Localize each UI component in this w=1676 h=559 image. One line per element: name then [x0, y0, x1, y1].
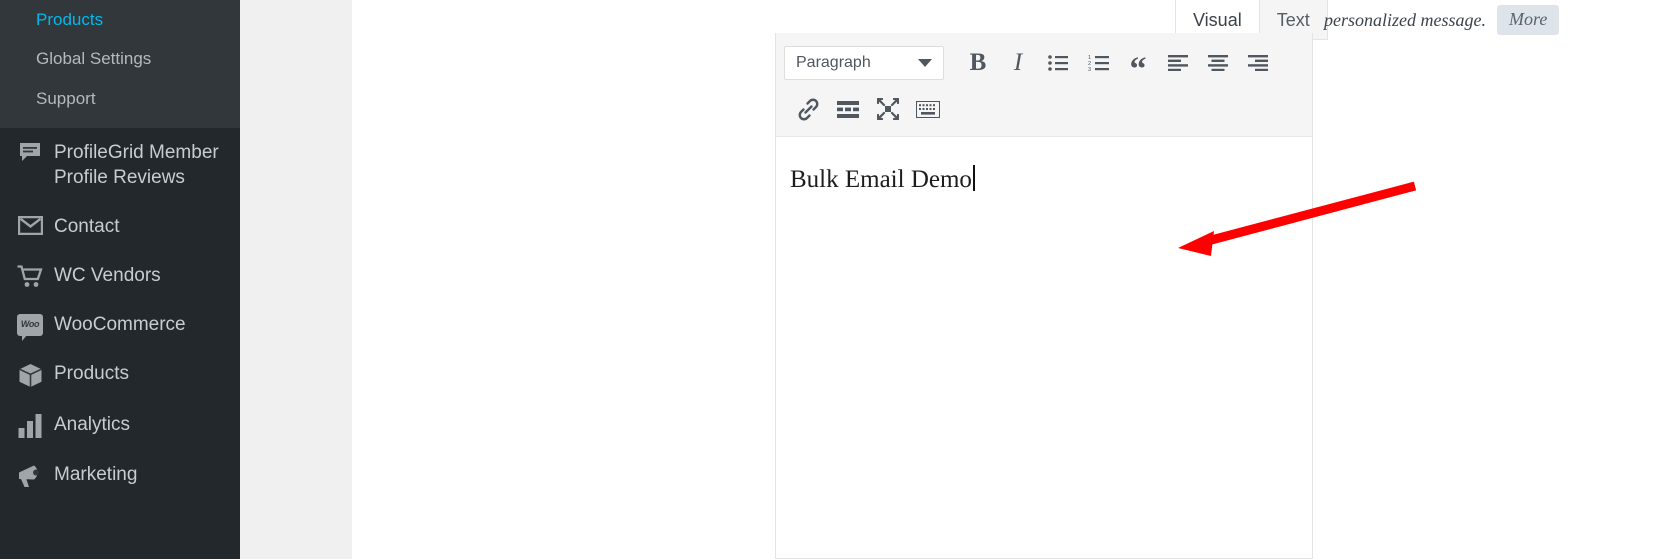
- sidebar-item-contact[interactable]: Contact: [0, 202, 240, 251]
- sidebar-subitem-support[interactable]: Support: [0, 79, 240, 118]
- top-note: personalized message. More: [1324, 0, 1560, 40]
- sidebar-item-wc-vendors[interactable]: WC Vendors: [0, 251, 240, 300]
- toolbar-row-1: Paragraph B I 1 2 3 “: [784, 41, 1304, 87]
- screen-root: Products Global Settings Support Profile…: [0, 0, 1676, 559]
- sidebar-item-label: Analytics: [54, 414, 131, 436]
- align-left-icon[interactable]: [1158, 44, 1198, 82]
- sidebar-subitem-products[interactable]: Products: [0, 0, 240, 39]
- more-button[interactable]: More: [1496, 5, 1560, 35]
- content-gutter: [240, 0, 352, 559]
- numbered-list-icon[interactable]: 1 2 3: [1078, 44, 1118, 82]
- sidebar-subitem-global-settings[interactable]: Global Settings: [0, 39, 240, 78]
- toolbar-row-2: [784, 85, 1304, 133]
- top-note-text: personalized message.: [1324, 9, 1486, 30]
- sidebar-item-label: Marketing: [54, 464, 138, 486]
- sidebar-item-label: Contact: [54, 215, 120, 237]
- envelope-icon: [12, 214, 48, 235]
- sidebar-item-products[interactable]: Products: [0, 349, 240, 400]
- align-right-icon[interactable]: [1238, 44, 1278, 82]
- sidebar-item-woocommerce[interactable]: Woo WooCommerce: [0, 300, 240, 349]
- align-center-icon[interactable]: [1198, 44, 1238, 82]
- sidebar-item-marketing[interactable]: Marketing: [0, 450, 240, 500]
- sidebar-item-label: WooCommerce: [54, 314, 186, 336]
- text-caret: [972, 165, 975, 191]
- format-select-value: Paragraph: [796, 54, 871, 71]
- link-icon[interactable]: [788, 90, 828, 128]
- box-icon: [12, 361, 48, 388]
- wp-editor-panel: Paragraph B I 1 2 3 “ Bulk Email Demo: [775, 33, 1313, 559]
- sidebar-item-label: ProfileGrid Member Profile Reviews: [54, 141, 219, 188]
- editor-content-text: Bulk Email Demo: [790, 166, 972, 193]
- bulleted-list-icon[interactable]: [1038, 44, 1078, 82]
- fullscreen-icon[interactable]: [868, 90, 908, 128]
- editor-toolbar: Paragraph B I 1 2 3 “: [776, 33, 1312, 137]
- sidebar-submenu: Products Global Settings Support: [0, 0, 240, 128]
- admin-sidebar: Products Global Settings Support Profile…: [0, 0, 240, 559]
- bar-chart-icon: [12, 412, 48, 439]
- megaphone-icon: [12, 462, 48, 488]
- main-canvas: Visual Text personalized message. More P…: [352, 0, 1676, 559]
- chevron-down-icon: [918, 59, 932, 67]
- keyboard-shortcuts-icon[interactable]: [908, 90, 948, 128]
- format-select[interactable]: Paragraph: [784, 46, 944, 80]
- sidebar-item-analytics[interactable]: Analytics: [0, 400, 240, 450]
- sidebar-item-profilegrid-member-profile-reviews[interactable]: ProfileGrid Member Profile Reviews: [0, 128, 240, 202]
- blockquote-icon[interactable]: “: [1118, 44, 1158, 87]
- bold-icon[interactable]: B: [958, 44, 998, 82]
- sidebar-item-label: Products: [54, 363, 129, 385]
- cart-icon: [12, 263, 48, 288]
- sidebar-item-label: WC Vendors: [54, 264, 161, 286]
- comment-icon: [12, 140, 48, 164]
- italic-icon[interactable]: I: [998, 44, 1038, 82]
- woo-icon: Woo: [12, 312, 48, 342]
- svg-text:3: 3: [1088, 67, 1091, 71]
- editor-content-area[interactable]: Bulk Email Demo: [776, 137, 1312, 557]
- read-more-icon[interactable]: [828, 90, 868, 128]
